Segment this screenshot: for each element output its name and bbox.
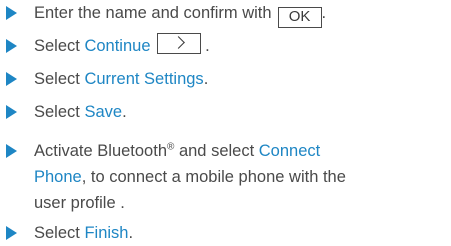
- step-5-line2-after: , to connect a mobile phone with the: [81, 168, 346, 186]
- step-5-line-3: user profile .: [34, 190, 125, 216]
- step-6-text: Select Finish.: [34, 220, 133, 246]
- step-6-after: .: [128, 224, 134, 242]
- continue-link: Continue: [84, 37, 151, 55]
- step-2-before: Select: [34, 37, 85, 55]
- triangle-right-icon: [6, 144, 17, 158]
- step-3-before: Select: [34, 70, 85, 88]
- step-4-after: .: [122, 103, 127, 121]
- step-4-before: Select: [34, 103, 85, 121]
- step-1-after: .: [321, 4, 327, 22]
- connect-phone-link-part-1: Connect: [258, 142, 321, 160]
- finish-link: Finish: [84, 224, 129, 242]
- chevron-right-icon: [171, 36, 185, 49]
- step-1-before: Enter the name and confirm with: [34, 4, 272, 22]
- triangle-right-icon: [6, 105, 17, 119]
- current-settings-link: Current Settings: [84, 70, 204, 88]
- triangle-right-icon: [6, 6, 17, 20]
- step-5-line1-after: and select: [174, 142, 259, 160]
- ok-key: OK: [277, 7, 322, 28]
- triangle-right-icon: [6, 72, 17, 86]
- step-2-after: .: [205, 37, 210, 55]
- step-3-after: .: [203, 70, 209, 88]
- triangle-right-icon: [6, 226, 17, 240]
- triangle-right-icon: [6, 39, 17, 53]
- step-5-line1-before: Activate Bluetooth: [34, 142, 167, 160]
- step-4-text: Select Save.: [34, 99, 127, 125]
- step-5-line-1: Activate Bluetooth® and select Connect: [34, 138, 320, 164]
- step-5-line3: user profile .: [34, 194, 125, 212]
- step-3-text: Select Current Settings.: [34, 66, 208, 92]
- connect-phone-link-part-2: Phone: [34, 168, 82, 186]
- save-link: Save: [84, 103, 123, 121]
- step-5-line-2: Phone, to connect a mobile phone with th…: [34, 164, 346, 190]
- continue-key: [156, 33, 201, 54]
- step-2-text: Select Continue .: [34, 33, 210, 59]
- step-1-text: Enter the name and confirm with OK.: [34, 0, 326, 28]
- step-6-before: Select: [34, 224, 85, 242]
